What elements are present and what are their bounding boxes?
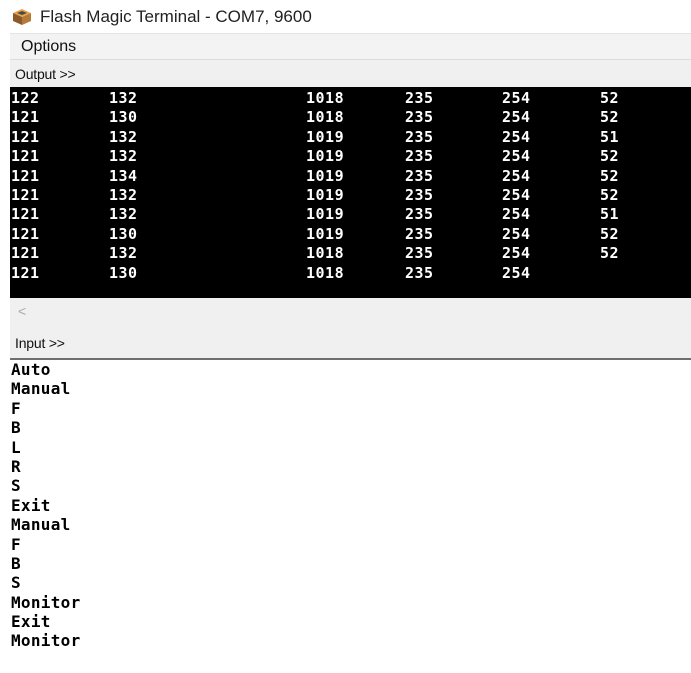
output-cell: 121 — [11, 244, 40, 263]
input-line: F — [11, 534, 21, 554]
output-header: Output >> — [10, 59, 691, 88]
input-line: S — [11, 573, 21, 593]
input-line: Manual — [11, 379, 71, 399]
output-cell: 52 — [600, 108, 620, 127]
output-cell: 121 — [11, 224, 40, 243]
output-cell: 235 — [405, 244, 434, 263]
input-line: Exit — [11, 612, 51, 632]
output-cell: 1019 — [306, 147, 345, 166]
menu-options[interactable]: Options — [10, 38, 76, 56]
output-cell: 134 — [109, 166, 138, 185]
output-row: 121 134 1019 235 254 52 — [10, 167, 691, 186]
output-cell: 121 — [11, 108, 40, 127]
output-cell: 1018 — [306, 263, 345, 282]
output-cell: 1018 — [306, 244, 345, 263]
output-cell: 121 — [11, 186, 40, 204]
output-cell: 52 — [600, 89, 620, 107]
output-cell: 130 — [109, 224, 138, 243]
output-cell: 132 — [109, 127, 138, 146]
input-line: Monitor — [11, 631, 81, 651]
output-cell: 235 — [405, 205, 434, 224]
input-header: Input >> — [10, 328, 691, 360]
output-cell: 132 — [109, 147, 138, 166]
output-cell: 235 — [405, 186, 434, 204]
output-cell: 52 — [600, 166, 620, 185]
output-cell: 132 — [109, 89, 138, 107]
output-cell: 254 — [502, 224, 531, 243]
output-cell: 254 — [502, 244, 531, 263]
input-line: B — [11, 418, 21, 438]
output-terminal[interactable]: 122 132 1018 235 254 52 121 130 1018 235 254 52 121 1… — [10, 87, 691, 298]
input-line: Auto — [11, 360, 51, 379]
output-row: 121 130 1019 235 254 52 — [10, 225, 691, 244]
output-cell: 52 — [600, 147, 620, 166]
output-row: 122 132 1018 235 254 52 — [10, 89, 691, 108]
output-cell: 235 — [405, 166, 434, 185]
output-cell: 1019 — [306, 224, 345, 243]
output-toggle[interactable]: Output >> — [10, 66, 76, 82]
output-cell: 1019 — [306, 127, 345, 146]
output-cell: 121 — [11, 166, 40, 185]
output-cell: 235 — [405, 89, 434, 107]
output-cell: 235 — [405, 224, 434, 243]
output-cell: 52 — [600, 224, 620, 243]
output-cell: 235 — [405, 147, 434, 166]
output-cell: 1019 — [306, 186, 345, 204]
input-line: Manual — [11, 515, 71, 535]
output-cell: 254 — [502, 108, 531, 127]
output-cell: 132 — [109, 205, 138, 224]
output-cell: 235 — [405, 108, 434, 127]
output-row: 121 132 1019 235 254 52 — [10, 147, 691, 166]
menu-bar: Options — [10, 33, 691, 59]
output-cell: 254 — [502, 263, 531, 282]
output-cell: 121 — [11, 263, 40, 282]
output-cell: 132 — [109, 244, 138, 263]
output-row: 121 132 1019 235 254 51 — [10, 205, 691, 224]
output-cell: 254 — [502, 89, 531, 107]
input-line: F — [11, 398, 21, 418]
output-cell: 130 — [109, 108, 138, 127]
input-line: Exit — [11, 495, 51, 515]
output-row: 121 132 1019 235 254 51 — [10, 128, 691, 147]
window-title: Flash Magic Terminal - COM7, 9600 — [40, 6, 312, 26]
output-row: 121 130 1018 235 254 52 — [10, 108, 691, 127]
output-cell: 52 — [600, 186, 620, 204]
output-cell: 254 — [502, 127, 531, 146]
output-cell: 121 — [11, 205, 40, 224]
output-cell: 130 — [109, 263, 138, 282]
output-row: 121 130 1018 235 254 — [10, 264, 691, 283]
output-cell: 132 — [109, 186, 138, 204]
output-cell: 254 — [502, 147, 531, 166]
input-line: L — [11, 437, 21, 457]
input-area[interactable]: Auto Manual F B L R S Exit Manual F B S Monitor Exit M… — [10, 360, 691, 673]
input-line: B — [11, 553, 21, 573]
output-cell: 121 — [11, 127, 40, 146]
horizontal-scrollbar[interactable]: < — [10, 298, 691, 328]
input-toggle[interactable]: Input >> — [10, 335, 65, 351]
flash-magic-icon — [12, 8, 32, 26]
output-cell: 235 — [405, 127, 434, 146]
input-line: S — [11, 476, 21, 496]
output-cell: 1018 — [306, 89, 345, 107]
input-line: R — [11, 456, 21, 476]
output-cell: 121 — [11, 147, 40, 166]
output-cell: 1018 — [306, 108, 345, 127]
output-cell: 235 — [405, 263, 434, 282]
output-cell: 51 — [600, 205, 620, 224]
scroll-left-arrow-icon[interactable]: < — [18, 303, 26, 319]
output-cell: 254 — [502, 166, 531, 185]
output-cell: 52 — [600, 244, 620, 263]
output-cell: 122 — [11, 89, 40, 107]
output-row: 121 132 1019 235 254 52 — [10, 186, 691, 205]
input-line: Monitor — [11, 592, 81, 612]
output-cell: 1019 — [306, 205, 345, 224]
output-cell: 254 — [502, 205, 531, 224]
title-bar: Flash Magic Terminal - COM7, 9600 — [0, 0, 691, 33]
output-cell: 254 — [502, 186, 531, 204]
output-cell: 51 — [600, 127, 620, 146]
output-row: 121 132 1018 235 254 52 — [10, 244, 691, 263]
output-cell: 1019 — [306, 166, 345, 185]
